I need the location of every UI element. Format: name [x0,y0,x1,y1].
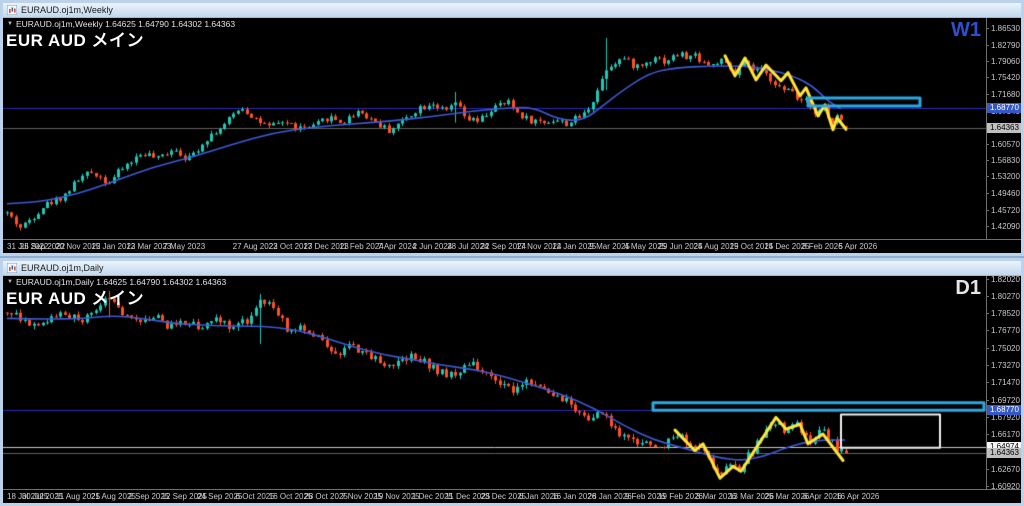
date-axis-label: 8 Feb 2026 [802,242,842,251]
date-axis-label: 7 May 2023 [163,242,205,251]
price-axis-label: 1.66170 [991,431,1020,439]
price-axis-label: 1.71470 [991,379,1020,387]
timeframe-label: D1 [955,277,981,300]
price-axis-label: 1.60570 [991,141,1020,149]
ohlc-info-line: ▼ EURAUD.oj1m,Weekly 1.64625 1.64790 1.6… [7,19,235,29]
window-titlebar[interactable]: EURAUD.oj1m,Weekly [3,3,1021,18]
window-title: EURAUD.oj1m,Weekly [21,5,113,15]
date-axis-label: 7 Apr 2024 [378,242,417,251]
price-axis-label: 1.62670 [991,466,1020,474]
price-axis-label: 1.56830 [991,157,1020,165]
price-axis-label: 1.75420 [991,74,1020,82]
ohlc-expander-icon[interactable]: ▼ [7,20,13,28]
ohlc-info-line: ▼ EURAUD.oj1m,Daily 1.64625 1.64790 1.64… [7,277,226,287]
chart-icon [7,263,17,273]
price-axis-label: 1.79060 [991,58,1020,66]
price-axis-label: 1.53200 [991,173,1020,181]
date-axis-label: 5 Apr 2026 [838,242,877,251]
price-level-badge: 1.68770 [987,405,1021,415]
price-axis-label: 1.86530 [991,25,1020,33]
price-axis[interactable]: 1.865301.827901.790601.754201.716801.679… [986,18,1021,240]
price-axis-label: 1.76770 [991,327,1020,335]
price-axis[interactable]: 1.82020 1.80270 1.78520 1.76770 1.75020 1.732… [986,276,1021,490]
price-axis-label: 1.82790 [991,42,1020,50]
price-axis-label: 1.67920 [991,414,1020,422]
price-axis-label: 1.71680 [991,91,1020,99]
price-axis-label: 1.73270 [991,362,1020,370]
chart-window-daily: EURAUD.oj1m,Daily ▼ EURAUD.oj1m,Daily 1.… [0,258,1024,506]
chart-icon [7,5,17,15]
window-title: EURAUD.oj1m,Daily [21,263,104,273]
daily-price-chart-canvas[interactable] [3,276,986,491]
price-axis-label: 1.42090 [991,223,1020,231]
price-axis-label: 1.45720 [991,207,1020,215]
price-level-badge: 1.64363 [987,123,1021,133]
weekly-chart-area: ▼ EURAUD.oj1m,Weekly 1.64625 1.64790 1.6… [3,18,1021,253]
price-axis-label: 1.78520 [991,310,1020,318]
weekly-price-chart-canvas[interactable] [3,18,986,240]
price-axis-label: 1.69720 [991,397,1020,405]
ohlc-expander-icon[interactable]: ▼ [7,278,13,286]
daily-chart-area: ▼ EURAUD.oj1m,Daily 1.64625 1.64790 1.64… [3,276,1021,503]
chart-comment-watermark: EUR AUD メイン [6,284,144,309]
chart-comment-watermark: EUR AUD メイン [6,26,144,51]
ohlc-values: EURAUD.oj1m,Weekly 1.64625 1.64790 1.643… [16,19,235,29]
price-axis-label: 1.80270 [991,293,1020,301]
window-titlebar[interactable]: EURAUD.oj1m,Daily [3,261,1021,276]
chart-window-weekly: EURAUD.oj1m,Weekly ▼ EURAUD.oj1m,Weekly … [0,0,1024,256]
date-axis[interactable]: 31 Jul 202225 Sep 202220 Nov 202215 Jan … [3,239,1021,253]
date-axis[interactable]: 18 Jul 202530 Jul 202511 Aug 202521 Aug … [3,489,1021,503]
price-level-badge: 1.64363 [987,448,1021,458]
price-axis-label: 1.49460 [991,190,1020,198]
timeframe-label: W1 [951,19,981,42]
price-axis-label: 1.82020 [991,276,1020,284]
price-level-badge: 1.68770 [987,103,1021,113]
price-axis-label: 1.75020 [991,345,1020,353]
ohlc-values: EURAUD.oj1m,Daily 1.64625 1.64790 1.6430… [16,277,226,287]
date-axis-label: 16 Apr 2026 [836,492,879,501]
